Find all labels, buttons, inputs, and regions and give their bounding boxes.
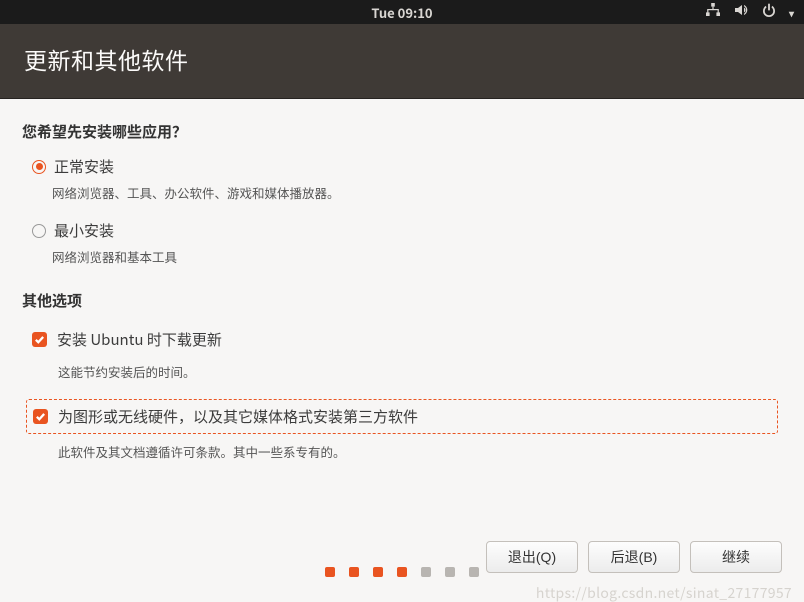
radio-normal-install[interactable] xyxy=(32,160,46,174)
checkbox-third-party-label: 为图形或无线硬件，以及其它媒体格式安装第三方软件 xyxy=(58,406,418,427)
progress-dots xyxy=(0,567,804,577)
option-minimal-desc: 网络浏览器和基本工具 xyxy=(52,247,782,266)
page-title: 更新和其他软件 xyxy=(24,42,780,76)
network-icon[interactable] xyxy=(705,2,721,22)
installer-panel: 您希望先安装哪些应用？ 正常安装 网络浏览器、工具、办公软件、游戏和媒体播放器。… xyxy=(0,99,804,602)
install-question: 您希望先安装哪些应用？ xyxy=(22,121,782,142)
volume-icon[interactable] xyxy=(733,2,749,22)
option-minimal-install[interactable]: 最小安装 xyxy=(32,220,782,241)
checkbox-download-updates-desc: 这能节约安装后的时间。 xyxy=(58,362,782,381)
other-options-title: 其他选项 xyxy=(22,290,782,311)
checkbox-third-party[interactable] xyxy=(33,409,48,424)
option-normal-label: 正常安装 xyxy=(54,156,114,177)
progress-dot xyxy=(469,567,479,577)
checkbox-third-party-row[interactable]: 为图形或无线硬件，以及其它媒体格式安装第三方软件 xyxy=(26,399,778,434)
checkbox-download-updates-row[interactable]: 安装 Ubuntu 时下载更新 xyxy=(32,325,782,354)
option-normal-install[interactable]: 正常安装 xyxy=(32,156,782,177)
progress-dot xyxy=(325,567,335,577)
watermark-text: https://blog.csdn.net/sinat_27177957 xyxy=(536,583,792,602)
radio-minimal-install[interactable] xyxy=(32,224,46,238)
clock-label: Tue 09:10 xyxy=(371,3,432,22)
progress-dot xyxy=(421,567,431,577)
checkbox-third-party-desc: 此软件及其文档遵循许可条款。其中一些系专有的。 xyxy=(58,442,782,461)
progress-dot xyxy=(349,567,359,577)
chevron-down-icon[interactable]: ▾ xyxy=(789,5,794,20)
checkbox-download-updates-label: 安装 Ubuntu 时下载更新 xyxy=(57,329,222,350)
checkbox-download-updates[interactable] xyxy=(32,332,47,347)
system-tray[interactable]: ▾ xyxy=(705,2,794,22)
progress-dot xyxy=(445,567,455,577)
option-normal-desc: 网络浏览器、工具、办公软件、游戏和媒体播放器。 xyxy=(52,183,782,202)
progress-dot xyxy=(397,567,407,577)
power-icon[interactable] xyxy=(761,2,777,22)
top-status-bar: Tue 09:10 ▾ xyxy=(0,0,804,24)
installer-header: 更新和其他软件 xyxy=(0,24,804,99)
option-minimal-label: 最小安装 xyxy=(54,220,114,241)
progress-dot xyxy=(373,567,383,577)
